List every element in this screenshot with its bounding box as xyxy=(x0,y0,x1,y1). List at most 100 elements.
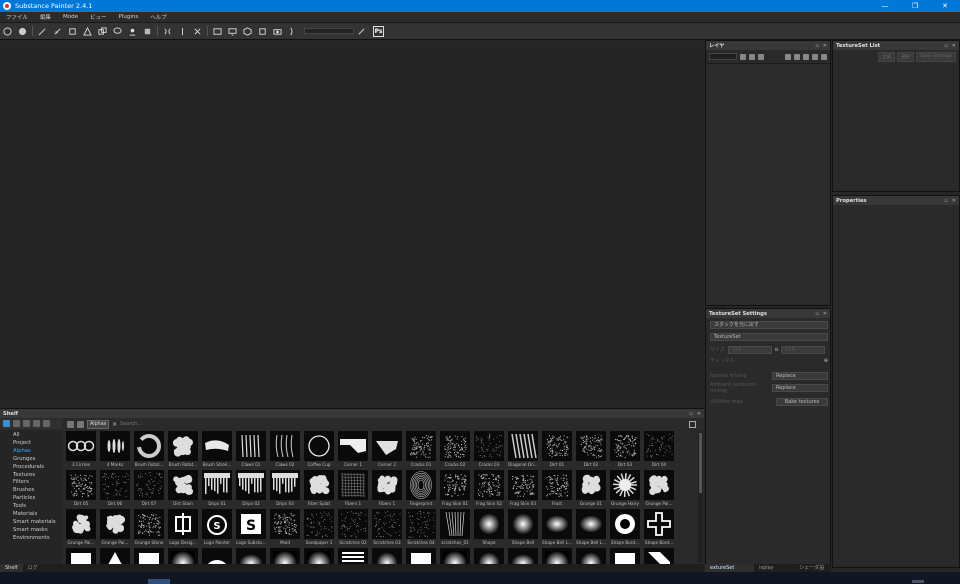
symmetry-plane-icon[interactable] xyxy=(193,27,202,36)
shelf-item[interactable]: Fiber Splat xyxy=(302,470,336,508)
shelf-item[interactable]: Grunge Pai... xyxy=(64,509,98,547)
shelf-item[interactable] xyxy=(200,548,234,565)
shelf-item[interactable] xyxy=(64,548,98,565)
panel-close-icon[interactable]: ✕ xyxy=(952,43,956,49)
shelf-item[interactable]: Brush Rotat... xyxy=(132,431,166,469)
panel-close-icon[interactable]: ✕ xyxy=(952,198,956,204)
shelf-item[interactable]: Grunge Hairy xyxy=(608,470,642,508)
shelf-item[interactable]: Corner 2 xyxy=(370,431,404,469)
shelf-import-icon[interactable] xyxy=(23,420,30,427)
category-filters[interactable]: Filters xyxy=(0,479,62,487)
shelf-item[interactable]: Frost xyxy=(540,470,574,508)
textureset-name-field[interactable]: TextureSet xyxy=(710,332,828,341)
shelf-item[interactable]: Dirt 05 xyxy=(64,470,98,508)
layers-list[interactable] xyxy=(706,63,830,303)
clear-filter-icon[interactable]: × xyxy=(112,421,117,428)
shelf-item[interactable]: Shape Bell xyxy=(506,509,540,547)
shelf-item[interactable] xyxy=(404,548,438,565)
shelf-item[interactable]: Shape Bord... xyxy=(608,509,642,547)
category-grunges[interactable]: Grunges xyxy=(0,456,62,464)
shelf-folder-icon[interactable] xyxy=(3,420,10,427)
tab-display-settings[interactable]: isplay Setting xyxy=(754,564,794,579)
add-channel-icon[interactable]: ⊕ xyxy=(824,358,828,364)
panel-close-icon[interactable]: ✕ xyxy=(823,43,827,49)
shelf-item[interactable] xyxy=(574,548,608,565)
bake-textures-button[interactable]: Bake textures xyxy=(776,397,828,406)
category-alphas[interactable]: Alphas xyxy=(0,448,62,456)
shelf-item[interactable]: S Logo Substa... xyxy=(234,509,268,547)
shelf-item[interactable]: Diagonal Dri... xyxy=(506,431,540,469)
brush-icon[interactable] xyxy=(38,27,47,36)
shelf-item[interactable] xyxy=(302,548,336,565)
lock-icon[interactable]: ⊖ xyxy=(772,347,781,353)
display-icon[interactable] xyxy=(228,27,237,36)
shelf-item[interactable]: 3 Circles xyxy=(64,431,98,469)
shelf-item[interactable]: Dirt 01 xyxy=(540,431,574,469)
shelf-item[interactable]: Dirt 06 xyxy=(98,470,132,508)
tab-shader-settings[interactable]: シェーダ設定 xyxy=(794,564,831,579)
shelf-item[interactable]: Shape Bell L... xyxy=(540,509,574,547)
tab-textureset-settings[interactable]: extureSet Setting xyxy=(705,564,754,579)
shelf-item[interactable]: Grunge 01 xyxy=(574,470,608,508)
shelf-item[interactable]: Brush Rotat... xyxy=(166,431,200,469)
shelf-item[interactable]: Fibers 1 xyxy=(336,470,370,508)
shelf-item[interactable]: Grunge Stone xyxy=(132,509,166,547)
projection-icon[interactable] xyxy=(68,27,77,36)
bracket-icon[interactable] xyxy=(288,27,297,36)
tab-shelf[interactable]: Shelf xyxy=(0,564,23,572)
category-all[interactable]: All xyxy=(0,432,62,440)
shelf-new-icon[interactable] xyxy=(13,420,20,427)
panel-close-icon[interactable]: ✕ xyxy=(697,411,701,417)
category-procedurals[interactable]: Procedurals xyxy=(0,464,62,472)
float-icon[interactable]: ▫ xyxy=(944,198,947,204)
reset-stack-button[interactable]: スタックを元に戻す xyxy=(710,320,828,329)
shelf-item[interactable]: Sandpaper 1 xyxy=(302,509,336,547)
clone-icon[interactable] xyxy=(98,26,107,36)
category-smart-materials[interactable]: Smart materials xyxy=(0,519,62,527)
textureset-all-button[interactable]: 全部 xyxy=(878,52,896,62)
menu-help[interactable]: ヘルプ xyxy=(144,13,173,21)
category-tools[interactable]: Tools xyxy=(0,503,62,511)
filter-tag[interactable]: Alphas xyxy=(87,419,110,429)
camera-view-icon[interactable] xyxy=(213,27,222,36)
shelf-item[interactable]: Fingerprint xyxy=(404,470,438,508)
shelf-item[interactable]: Drips 03 xyxy=(268,470,302,508)
shelf-item[interactable]: Cracks 03 xyxy=(472,431,506,469)
uv-icon[interactable] xyxy=(258,27,267,36)
menu-mode[interactable]: Mode xyxy=(57,14,84,20)
shelf-item[interactable]: Shape Bord... xyxy=(642,509,676,547)
menu-edit[interactable]: 編集 xyxy=(34,13,57,21)
shelf-item[interactable]: Shape Bell L... xyxy=(574,509,608,547)
shelf-item[interactable]: Fibers 1 xyxy=(370,470,404,508)
screenshot-icon[interactable] xyxy=(273,27,282,36)
panel-close-icon[interactable]: ✕ xyxy=(823,311,827,317)
toolbar-slider[interactable] xyxy=(304,28,354,34)
shelf-item[interactable]: 4 Marks xyxy=(98,431,132,469)
mask-generator-icon[interactable] xyxy=(758,53,764,60)
shelf-save-icon[interactable] xyxy=(33,420,40,427)
normal-mixing-dropdown[interactable]: Replace xyxy=(772,371,828,380)
float-icon[interactable]: ▫ xyxy=(689,411,692,417)
shelf-item[interactable]: S Logo Painter xyxy=(200,509,234,547)
shelf-item[interactable]: Dirt 03 xyxy=(608,431,642,469)
shelf-item[interactable] xyxy=(336,548,370,565)
menu-file[interactable]: ファイル xyxy=(0,13,34,21)
shelf-item[interactable]: Shape xyxy=(472,509,506,547)
category-project[interactable]: Project xyxy=(0,440,62,448)
shelf-item[interactable] xyxy=(370,548,404,565)
shelf-item[interactable]: Frag Skin 01 xyxy=(438,470,472,508)
minimize-button[interactable]: — xyxy=(870,0,900,12)
edit-icon[interactable] xyxy=(357,27,366,36)
shelf-item[interactable]: Brush Strok... xyxy=(200,431,234,469)
shelf-item[interactable]: Cracks 02 xyxy=(438,431,472,469)
add-fill-icon[interactable] xyxy=(794,53,800,60)
menu-plugins[interactable]: Plugins xyxy=(113,14,145,20)
shelf-item[interactable]: Scratches 04 xyxy=(404,509,438,547)
shelf-item[interactable]: Corner 1 xyxy=(336,431,370,469)
shelf-item[interactable] xyxy=(472,548,506,565)
duplicate-icon[interactable] xyxy=(812,53,818,60)
open-settings-button[interactable]: Open Settings xyxy=(916,52,956,62)
add-effect-icon[interactable] xyxy=(749,53,755,60)
shelf-item[interactable]: Coffee Cup xyxy=(302,431,336,469)
close-button[interactable]: ✕ xyxy=(930,0,960,12)
